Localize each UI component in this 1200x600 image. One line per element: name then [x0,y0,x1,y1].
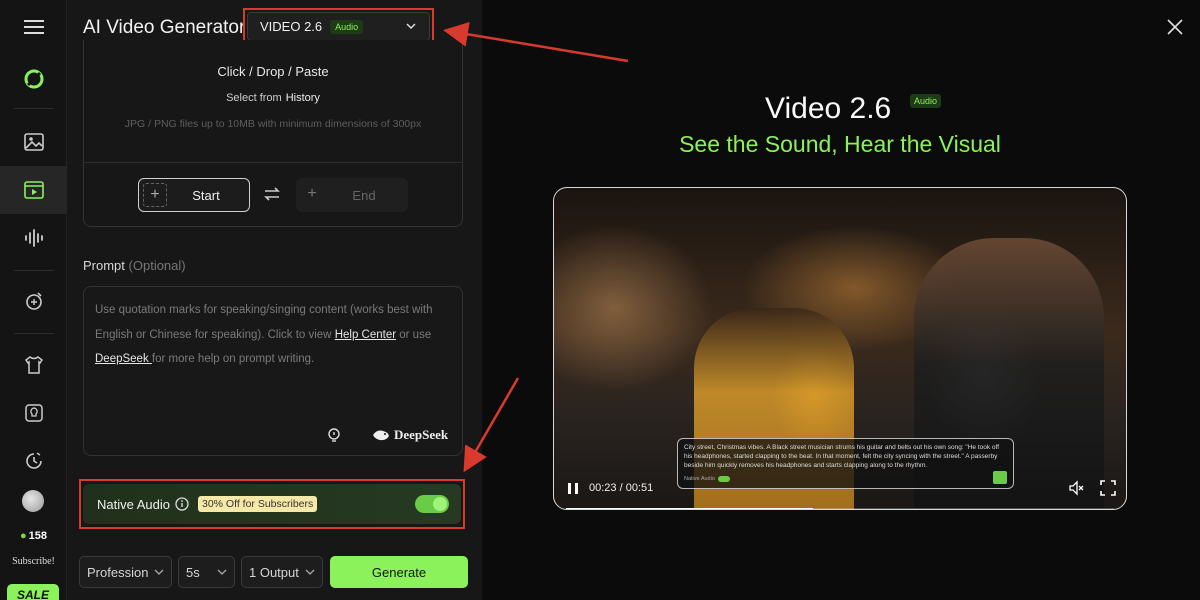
app-root: ● 158 Subscribe! SALE AI Video Generator … [0,0,1200,600]
annotation-arrow-native-audio [463,377,520,473]
annotation-arrow-model [443,21,629,63]
annotation-arrows [443,21,629,473]
